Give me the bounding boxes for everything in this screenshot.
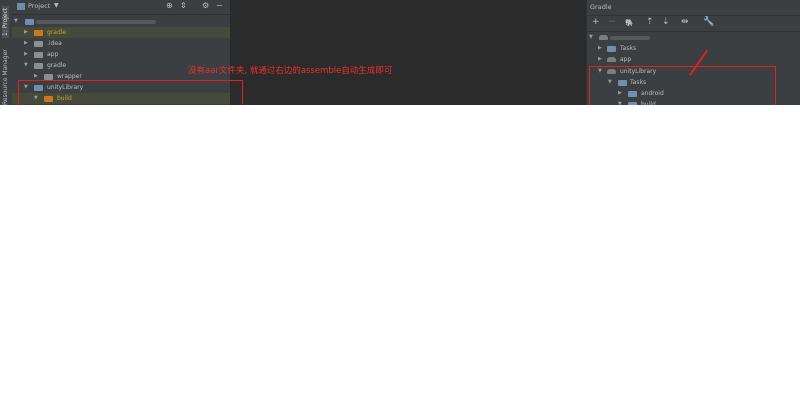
elephant-icon	[607, 57, 616, 62]
chevron-down-icon[interactable]: ▼	[54, 2, 59, 9]
folder-icon	[34, 41, 43, 47]
folder-icon	[34, 30, 43, 36]
gradle-title-bar: Gradle	[587, 0, 800, 16]
link-icon[interactable]: ⇹	[681, 17, 689, 27]
gradle-item-app[interactable]: ▶ app	[587, 54, 800, 65]
add-icon[interactable]: +	[592, 17, 600, 27]
folder-icon	[607, 46, 616, 52]
tree-item-app[interactable]: ▶ app	[12, 49, 230, 60]
annotation-box-right	[589, 66, 776, 105]
gradle-toolbar: + − 🐘 ⇡ ⇣ ⇹ 🔧	[587, 16, 800, 32]
project-tool-tab[interactable]: 1: Project	[2, 5, 9, 38]
expand-all-icon[interactable]: ⇡	[646, 17, 654, 27]
collapse-all-icon[interactable]: ⇣	[662, 17, 670, 27]
tree-root-row[interactable]: ▼	[12, 16, 230, 27]
ide-screenshot: 1: Project Resource Manager Project ▼ ⊕ …	[0, 0, 800, 105]
project-toolbar: Project ▼ ⊕ ⇕ ⚙ −	[12, 0, 230, 15]
annotation-text: 没有aar文件夹, 就通过右边的assemble自动生成即可	[188, 66, 393, 76]
project-view-icon	[17, 3, 25, 10]
target-icon[interactable]: ⊕	[166, 1, 173, 10]
elephant-icon[interactable]: 🐘	[625, 19, 634, 27]
folder-icon	[34, 63, 43, 69]
gradle-panel-title: Gradle	[590, 3, 612, 11]
minimize-icon[interactable]: −	[216, 1, 223, 10]
folder-icon	[34, 52, 43, 58]
gradle-item-tasks[interactable]: ▶ Tasks	[587, 43, 800, 54]
wrench-icon[interactable]: 🔧	[703, 17, 714, 27]
collapse-all-icon[interactable]: ⇕	[180, 1, 187, 10]
remove-icon[interactable]: −	[608, 17, 616, 27]
resource-manager-tab[interactable]: Resource Manager	[2, 49, 9, 105]
annotation-box-left	[18, 80, 243, 105]
project-panel-title[interactable]: Project	[28, 2, 50, 10]
gear-icon[interactable]: ⚙	[202, 1, 209, 10]
gradle-root-row[interactable]: ▼	[587, 32, 800, 43]
tree-item-idea[interactable]: ▶ .idea	[12, 38, 230, 49]
editor-area	[230, 0, 586, 105]
tree-item-gradle-hidden[interactable]: ▶ gradle	[12, 27, 230, 38]
